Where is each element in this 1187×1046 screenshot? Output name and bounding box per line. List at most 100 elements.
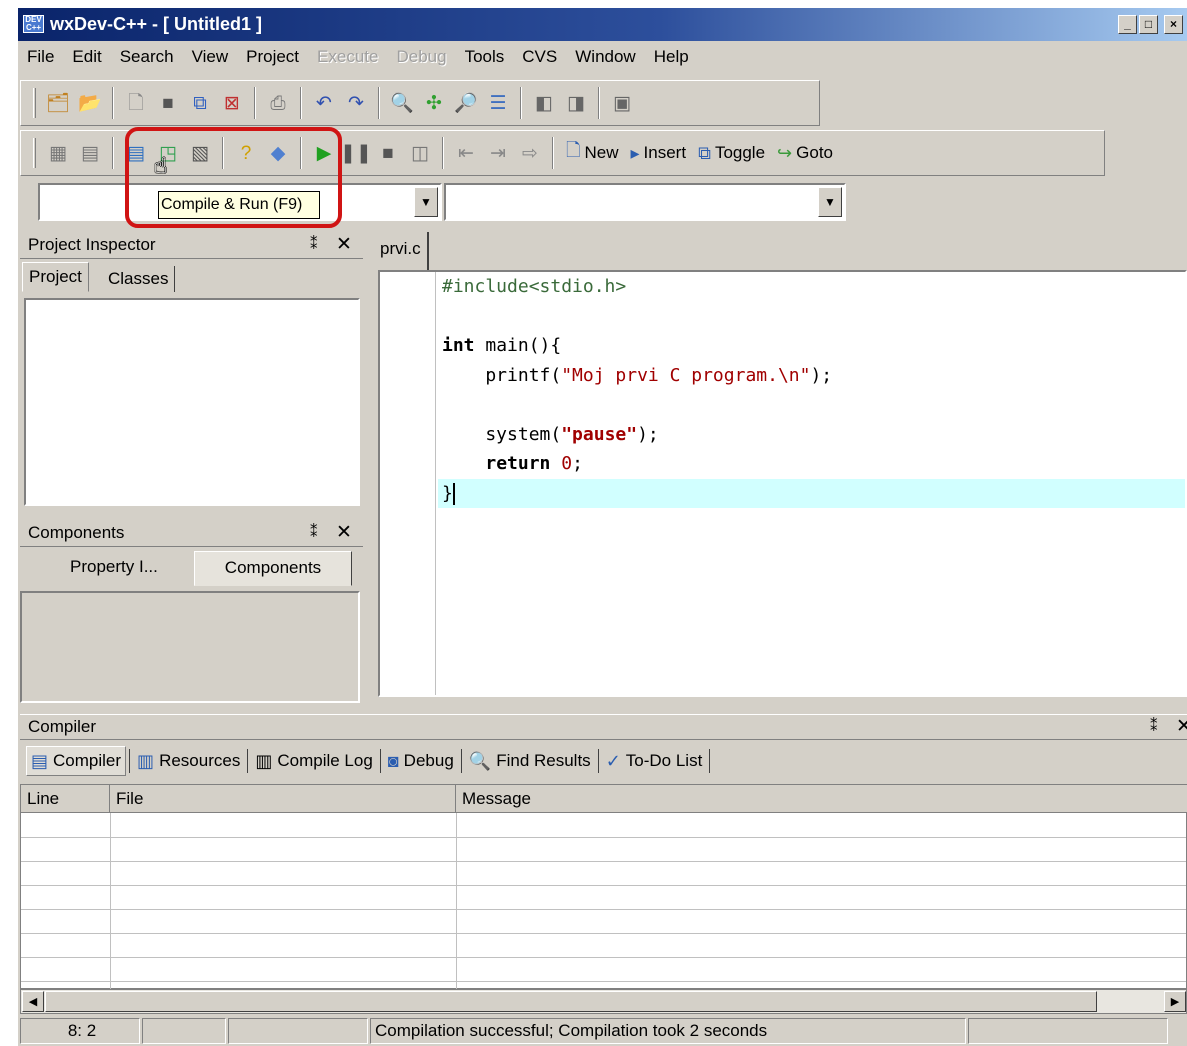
class-browser-icon[interactable]: ▦ bbox=[42, 137, 74, 169]
indent-icon[interactable]: ⇤ bbox=[450, 137, 482, 169]
unindent-icon[interactable]: ⇥ bbox=[482, 137, 514, 169]
project-inspector-header: Project Inspector ⁑ ✕ bbox=[20, 233, 363, 259]
new-class-icon[interactable]: ▤ bbox=[74, 137, 106, 169]
menu-project[interactable]: Project bbox=[237, 44, 308, 72]
goto-button[interactable]: ↪ Goto bbox=[771, 137, 839, 169]
table-row-line bbox=[21, 861, 1186, 862]
minimize-button[interactable]: _ bbox=[1118, 15, 1137, 34]
chevron-down-icon[interactable]: ▼ bbox=[414, 187, 438, 217]
remove-from-project-icon[interactable]: ◨ bbox=[560, 87, 592, 119]
menu-bar: File Edit Search View Project Execute De… bbox=[18, 44, 1187, 72]
tab-compile-log-label: Compile Log bbox=[277, 751, 373, 770]
find-next-icon[interactable]: 🔎 bbox=[450, 87, 482, 119]
toggle-button[interactable]: ⧉ Toggle bbox=[692, 137, 771, 169]
menu-debug[interactable]: Debug bbox=[387, 44, 455, 72]
title-bar[interactable]: DEV C++ wxDev-C++ - [ Untitled1 ] _ □ × bbox=[18, 8, 1187, 41]
tab-debug[interactable]: ◙ Debug bbox=[384, 746, 458, 776]
open-file-icon[interactable]: 📂 bbox=[74, 87, 106, 119]
debug-icon: ◙ bbox=[387, 750, 399, 771]
search-icon: 🔍 bbox=[468, 750, 492, 771]
scroll-thumb[interactable] bbox=[45, 991, 1097, 1012]
menu-search[interactable]: Search bbox=[111, 44, 183, 72]
status-panel-modified bbox=[142, 1018, 226, 1044]
insert-icon: ▸ bbox=[630, 142, 640, 163]
toolbar-separator bbox=[442, 137, 444, 169]
tab-find-results[interactable]: 🔍 Find Results bbox=[465, 746, 595, 776]
toggle-icon: ⧉ bbox=[698, 142, 711, 163]
insert-button[interactable]: ▸ Insert bbox=[625, 137, 693, 169]
pin-icon[interactable]: ⁑ bbox=[310, 233, 318, 257]
stop-icon[interactable]: ■ bbox=[372, 137, 404, 169]
components-title: Components bbox=[28, 523, 125, 542]
menu-execute[interactable]: Execute bbox=[308, 44, 387, 72]
add-to-project-icon[interactable]: ◧ bbox=[528, 87, 560, 119]
code-area[interactable]: #include<stdio.h> int main(){ printf("Mo… bbox=[438, 272, 1185, 508]
member-combo[interactable]: ▼ bbox=[444, 183, 846, 221]
menu-window[interactable]: Window bbox=[566, 44, 644, 72]
pin-icon[interactable]: ⁑ bbox=[310, 521, 318, 545]
menu-tools[interactable]: Tools bbox=[456, 44, 514, 72]
project-tree[interactable] bbox=[24, 298, 360, 506]
project-options-icon[interactable]: ▣ bbox=[606, 87, 638, 119]
jump-icon[interactable]: ⇨ bbox=[514, 137, 546, 169]
column-header-line[interactable]: Line bbox=[21, 785, 110, 813]
tab-todo-list[interactable]: ✓ To-Do List bbox=[602, 746, 707, 776]
tab-project[interactable]: Project bbox=[22, 262, 89, 292]
column-header-message[interactable]: Message bbox=[456, 785, 1187, 813]
pause-icon[interactable]: ❚❚ bbox=[340, 137, 372, 169]
save-icon[interactable]: ■ bbox=[152, 87, 184, 119]
tab-find-results-label: Find Results bbox=[496, 751, 591, 770]
horizontal-scrollbar[interactable]: ◀ ▶ bbox=[20, 989, 1187, 1014]
toolbar-grip[interactable] bbox=[33, 88, 36, 118]
menu-file[interactable]: File bbox=[18, 44, 63, 72]
column-divider bbox=[456, 813, 457, 990]
print-icon[interactable]: ⎙ bbox=[262, 87, 294, 119]
find-icon[interactable]: 🔍 bbox=[386, 87, 418, 119]
table-row-line bbox=[21, 837, 1186, 838]
mouse-pointer-icon: ☝ bbox=[154, 153, 168, 178]
todo-icon: ✓ bbox=[605, 750, 621, 771]
tab-compiler[interactable]: ▤ Compiler bbox=[26, 746, 127, 776]
tab-resources[interactable]: ▥ Resources bbox=[133, 746, 244, 776]
close-icon[interactable]: ✕ bbox=[336, 521, 352, 545]
editor-tab-prvi-c[interactable]: prvi.c bbox=[374, 232, 429, 272]
redo-icon[interactable]: ↷ bbox=[340, 87, 372, 119]
close-file-icon[interactable]: ⊠ bbox=[216, 87, 248, 119]
menu-view[interactable]: View bbox=[183, 44, 238, 72]
tab-components[interactable]: Components bbox=[194, 551, 352, 586]
save-all-icon[interactable]: ⧉ bbox=[184, 87, 216, 119]
tab-classes[interactable]: Classes bbox=[102, 266, 176, 292]
scroll-right-icon[interactable]: ▶ bbox=[1164, 991, 1186, 1012]
open-project-icon[interactable]: 🗂 bbox=[42, 87, 74, 119]
tab-compile-log[interactable]: ▥ Compile Log bbox=[251, 746, 376, 776]
menu-cvs[interactable]: CVS bbox=[513, 44, 566, 72]
replace-icon[interactable]: ✣ bbox=[418, 87, 450, 119]
components-header: Components ⁑ ✕ bbox=[20, 521, 363, 547]
menu-help[interactable]: Help bbox=[645, 44, 698, 72]
step-icon[interactable]: ◫ bbox=[404, 137, 436, 169]
status-message: Compilation successful; Compilation took… bbox=[370, 1018, 966, 1044]
toolbar-grip[interactable] bbox=[33, 138, 36, 168]
text-caret bbox=[452, 482, 455, 505]
column-header-file[interactable]: File bbox=[110, 785, 456, 813]
goto-line-icon[interactable]: ☰ bbox=[482, 87, 514, 119]
close-icon[interactable]: ✕ bbox=[1176, 715, 1187, 739]
close-icon[interactable]: ✕ bbox=[336, 233, 352, 257]
close-button[interactable]: × bbox=[1164, 15, 1183, 34]
new-bookmark-button[interactable]: 🗋 New bbox=[560, 137, 625, 169]
components-palette[interactable] bbox=[20, 591, 360, 703]
chevron-down-icon[interactable]: ▼ bbox=[818, 187, 842, 217]
undo-icon[interactable]: ↶ bbox=[308, 87, 340, 119]
new-file-icon[interactable]: 🗋 bbox=[120, 87, 152, 119]
pin-icon[interactable]: ⁑ bbox=[1150, 715, 1158, 739]
cursor-position: 8: 2 bbox=[20, 1018, 140, 1044]
toolbar-separator bbox=[520, 87, 522, 119]
maximize-button[interactable]: □ bbox=[1139, 15, 1158, 34]
window-title: wxDev-C++ - [ Untitled1 ] bbox=[50, 14, 263, 34]
tab-property-inspector[interactable]: Property I... bbox=[64, 554, 164, 580]
menu-edit[interactable]: Edit bbox=[63, 44, 110, 72]
compiler-messages-table[interactable]: Line File Message bbox=[20, 784, 1187, 990]
code-editor[interactable]: #include<stdio.h> int main(){ printf("Mo… bbox=[378, 270, 1187, 697]
scroll-left-icon[interactable]: ◀ bbox=[22, 991, 44, 1012]
column-divider bbox=[110, 813, 111, 990]
